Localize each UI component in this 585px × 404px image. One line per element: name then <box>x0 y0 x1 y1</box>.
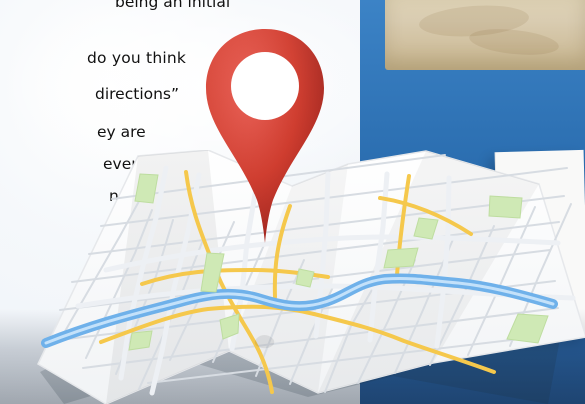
parchment-card <box>385 0 585 70</box>
text-line-3: directions” <box>95 85 180 103</box>
text-line-2: do you think <box>87 49 187 67</box>
location-pin-icon <box>206 29 324 243</box>
text-line-1: being an initial <box>115 0 231 11</box>
text-line-4: ey are <box>97 123 146 141</box>
pin-center-circle <box>231 52 299 120</box>
